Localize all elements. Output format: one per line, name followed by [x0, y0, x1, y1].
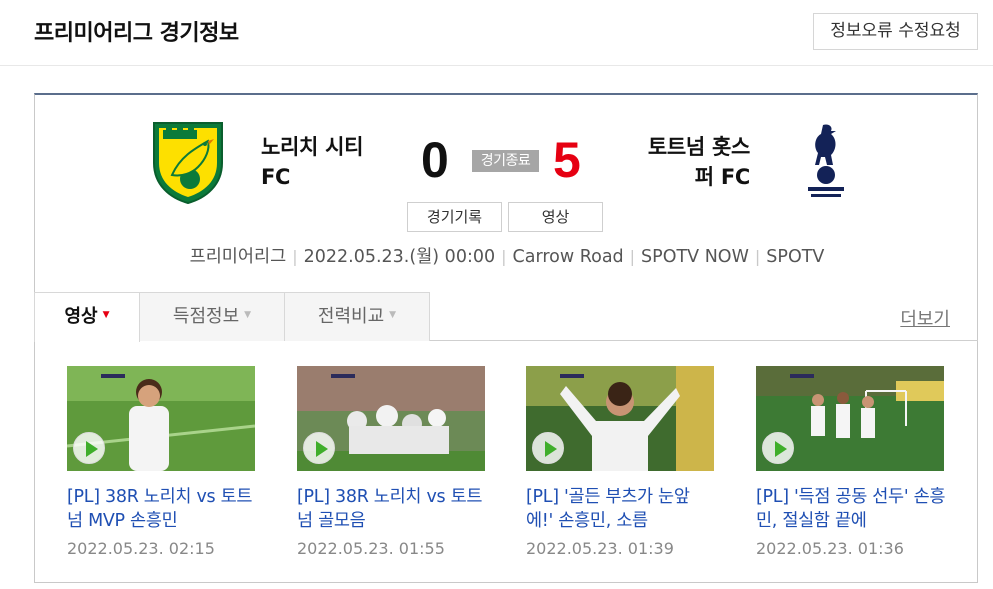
video-date: 2022.05.23. 01:36 [756, 539, 904, 558]
tab-scoring-info-label: 득점정보 [172, 306, 240, 327]
match-record-button[interactable]: 경기기록 [407, 202, 502, 232]
tab-bar: 영상 ▼ 득점정보 ▼ 전력비교 ▼ 더보기 [34, 292, 978, 342]
video-item[interactable]: [PL] 38R 노리치 vs 토트넘 MVP 손흥민 2022.05.23. … [67, 366, 257, 558]
video-thumbnail[interactable] [67, 366, 255, 471]
separator: | [501, 247, 507, 266]
page-title: 프리미어리그 경기정보 [34, 21, 239, 46]
play-icon[interactable] [73, 432, 105, 464]
video-title[interactable]: [PL] 38R 노리치 vs 토트넘 MVP 손흥민 [67, 485, 257, 533]
video-item[interactable]: [PL] '득점 공동 선두' 손흥민, 절실함 끝에 2022.05.23. … [756, 366, 946, 558]
tab-video[interactable]: 영상 ▼ [34, 292, 140, 342]
caret-down-icon: ▼ [102, 310, 110, 320]
top-header: 프리미어리그 경기정보 정보오류 수정요청 [0, 0, 993, 66]
play-icon[interactable] [762, 432, 794, 464]
video-title[interactable]: [PL] '득점 공동 선두' 손흥민, 절실함 끝에 [756, 485, 946, 533]
home-team-name[interactable]: 노리치 시티 FC [261, 132, 391, 192]
video-date: 2022.05.23. 02:15 [67, 539, 215, 558]
match-video-button[interactable]: 영상 [508, 202, 603, 232]
report-error-button[interactable]: 정보오류 수정요청 [813, 13, 978, 50]
video-thumbnail[interactable] [297, 366, 485, 471]
play-icon[interactable] [532, 432, 564, 464]
video-date: 2022.05.23. 01:39 [526, 539, 674, 558]
video-title[interactable]: [PL] 38R 노리치 vs 토트넘 골모음 [297, 485, 487, 533]
league-name: 프리미어리그 [189, 247, 287, 267]
broadcaster-1: SPOTV NOW [641, 247, 749, 267]
video-item[interactable]: [PL] 38R 노리치 vs 토트넘 골모음 2022.05.23. 01:5… [297, 366, 487, 558]
video-title[interactable]: [PL] '골든 부츠가 눈앞에!' 손흥민, 소름 [526, 485, 716, 533]
tab-team-comparison-label: 전력비교 [317, 306, 385, 327]
away-team-name[interactable]: 토트넘 홋스 퍼 FC [615, 132, 750, 192]
match-card: 노리치 시티 FC 0 경기종료 5 토트넘 홋스 퍼 FC 경기기록 영상 프… [34, 93, 978, 583]
tab-video-label: 영상 [64, 306, 98, 327]
match-status-badge: 경기종료 [472, 150, 539, 172]
caret-down-icon: ▼ [389, 310, 397, 320]
home-score: 0 [421, 132, 449, 188]
tottenham-hotspur-crest-icon[interactable] [803, 119, 849, 207]
match-info-line: 프리미어리그 | 2022.05.23.(월) 00:00 | Carrow Road |… [35, 243, 979, 268]
home-team-name-line2: FC [261, 165, 291, 189]
separator: | [629, 247, 636, 266]
caret-down-icon: ▼ [244, 310, 252, 320]
separator: | [292, 247, 298, 266]
match-datetime: 2022.05.23.(월) 00:00 [303, 247, 496, 267]
video-item[interactable]: [PL] '골든 부츠가 눈앞에!' 손흥민, 소름 2022.05.23. 0… [526, 366, 716, 558]
video-date: 2022.05.23. 01:55 [297, 539, 445, 558]
separator: | [754, 247, 761, 266]
tab-team-comparison[interactable]: 전력비교 ▼ [285, 292, 430, 341]
broadcaster-2: SPOTV [766, 247, 825, 267]
video-thumbnail[interactable] [756, 366, 944, 471]
away-team-name-line2: 퍼 FC [694, 165, 751, 189]
more-link[interactable]: 더보기 [900, 305, 950, 331]
away-team-name-line1: 토트넘 홋스 [647, 135, 750, 159]
play-icon[interactable] [303, 432, 335, 464]
home-team-name-line1: 노리치 시티 [261, 135, 364, 159]
stadium-name: Carrow Road [512, 247, 624, 267]
norwich-city-crest-icon[interactable] [150, 119, 226, 205]
away-score: 5 [553, 132, 581, 188]
video-thumbnail[interactable] [526, 366, 714, 471]
tab-scoring-info[interactable]: 득점정보 ▼ [140, 292, 285, 341]
